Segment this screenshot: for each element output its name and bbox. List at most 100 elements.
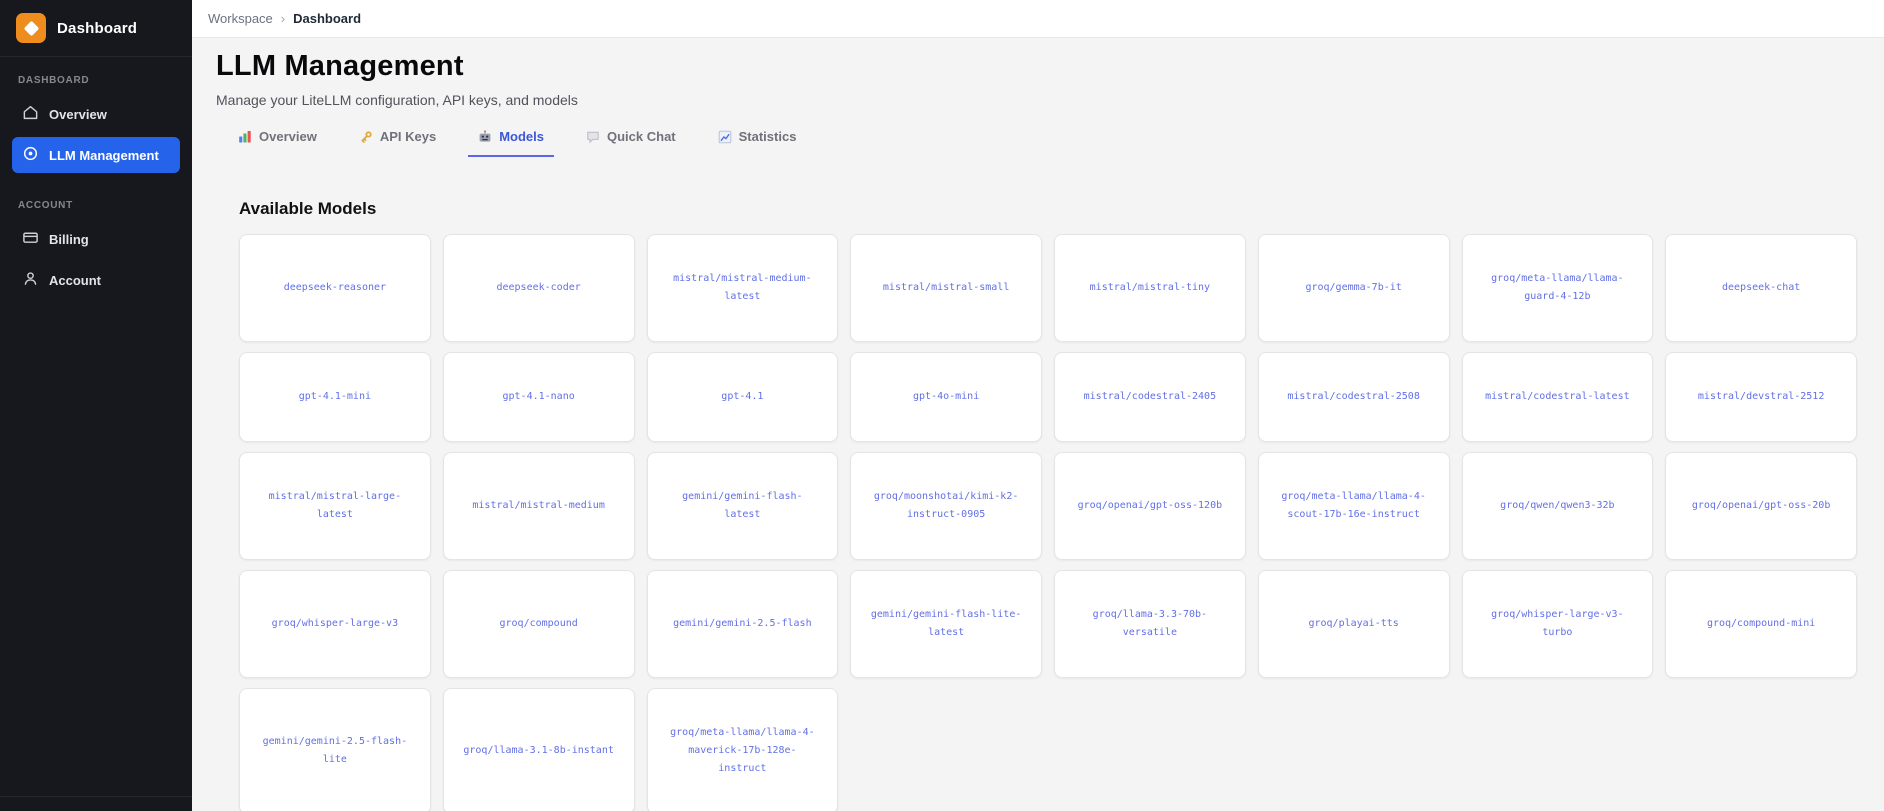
model-card[interactable]: groq/moonshotai/kimi-k2-instruct-0905 [850, 452, 1042, 560]
model-name: mistral/mistral-tiny [1089, 282, 1211, 293]
model-card[interactable]: mistral/codestral-2405 [1054, 352, 1246, 442]
model-card[interactable]: mistral/devstral-2512 [1665, 352, 1857, 442]
model-card[interactable]: groq/openai/gpt-oss-20b [1665, 452, 1857, 560]
sidebar-item-label: Account [49, 272, 101, 288]
sidebar-section-account: ACCOUNT Billing Account [0, 182, 192, 307]
sidebar-item-llm-management[interactable]: LLM Management [12, 137, 180, 173]
model-card[interactable]: groq/compound [442, 570, 635, 678]
logo[interactable]: Dashboard [0, 0, 192, 57]
model-card[interactable]: deepseek-reasoner [239, 234, 431, 342]
credit-card-icon [22, 229, 39, 249]
model-card[interactable]: gpt-4.1 [646, 352, 839, 442]
model-name: groq/compound-mini [1706, 618, 1816, 629]
model-card[interactable]: gpt-4.1-nano [442, 352, 635, 442]
model-card[interactable]: groq/gemma-7b-it [1257, 234, 1450, 342]
model-name: groq/meta-llama/llama-guard-4-12b [1491, 273, 1624, 302]
model-name: mistral/mistral-large-latest [268, 491, 402, 520]
model-card[interactable]: gemini/gemini-2.5-flash-lite [239, 688, 431, 811]
model-name: groq/whisper-large-v3 [271, 618, 399, 629]
sidebar-item-label: Overview [49, 106, 107, 122]
page-title: LLM Management [216, 50, 464, 82]
model-card[interactable]: mistral/codestral-latest [1461, 352, 1654, 442]
tab-api-keys[interactable]: API Keys [349, 129, 446, 157]
model-name: mistral/codestral-latest [1485, 391, 1630, 402]
model-name: groq/moonshotai/kimi-k2-instruct-0905 [873, 491, 1019, 520]
robot-icon [478, 129, 492, 144]
model-name: groq/gemma-7b-it [1305, 282, 1402, 293]
model-name: groq/meta-llama/llama-4-scout-17b-16e-in… [1281, 491, 1426, 520]
model-card[interactable]: groq/whisper-large-v3 [239, 570, 431, 678]
tab-overview[interactable]: Overview [228, 129, 327, 157]
model-card[interactable]: groq/meta-llama/llama-4-scout-17b-16e-in… [1257, 452, 1450, 560]
model-name: groq/openai/gpt-oss-120b [1077, 500, 1223, 511]
model-card[interactable]: gemini/gemini-flash-lite-latest [850, 570, 1042, 678]
model-card[interactable]: groq/llama-3.3-70b-versatile [1054, 570, 1246, 678]
tab-label: Overview [259, 129, 317, 144]
model-name: groq/meta-llama/llama-4-maverick-17b-128… [670, 727, 815, 774]
model-name: groq/llama-3.1-8b-instant [463, 745, 614, 756]
page-subtitle: Manage your LiteLLM configuration, API k… [216, 92, 578, 108]
breadcrumb-workspace[interactable]: Workspace [208, 11, 273, 26]
sidebar-item-overview[interactable]: Overview [12, 96, 180, 132]
app-root: Dashboard DASHBOARD Overview LLM Managem… [0, 0, 1884, 811]
sidebar-section-label: ACCOUNT [18, 200, 73, 211]
sidebar-section-label: DASHBOARD [18, 75, 90, 86]
page-content: LLM Management Manage your LiteLLM confi… [192, 38, 1884, 811]
model-name: deepseek-chat [1721, 282, 1801, 293]
model-name: groq/whisper-large-v3-turbo [1491, 609, 1624, 638]
model-card[interactable]: groq/qwen/qwen3-32b [1461, 452, 1654, 560]
model-name: mistral/codestral-2405 [1083, 391, 1217, 402]
model-name: groq/compound [499, 618, 578, 629]
target-icon [22, 145, 39, 165]
model-name: gpt-4o-mini [913, 391, 980, 402]
model-name: gpt-4.1-mini [298, 391, 371, 402]
model-name: mistral/mistral-small [882, 282, 1010, 293]
model-name: deepseek-reasoner [283, 282, 387, 293]
model-card[interactable]: groq/llama-3.1-8b-instant [442, 688, 635, 811]
model-name: gemini/gemini-2.5-flash-lite [262, 736, 408, 765]
model-card[interactable]: groq/meta-llama/llama-guard-4-12b [1461, 234, 1654, 342]
model-name: groq/playai-tts [1308, 618, 1399, 629]
model-name: mistral/mistral-medium-latest [673, 273, 812, 302]
home-icon [22, 104, 39, 124]
sidebar-item-label: Billing [49, 231, 89, 247]
model-name: gpt-4.1 [721, 391, 764, 402]
model-card[interactable]: groq/whisper-large-v3-turbo [1461, 570, 1654, 678]
model-name: gemini/gemini-2.5-flash [673, 618, 812, 629]
model-card[interactable]: groq/compound-mini [1665, 570, 1857, 678]
sidebar-item-account[interactable]: Account [12, 262, 180, 298]
logo-text: Dashboard [57, 19, 138, 37]
tab-label: Statistics [738, 129, 797, 144]
model-card[interactable]: gpt-4o-mini [850, 352, 1042, 442]
main-area: Workspace › Dashboard LLM Management Man… [192, 0, 1884, 811]
model-name: gemini/gemini-flash-latest [682, 491, 803, 520]
model-card[interactable]: mistral/mistral-large-latest [239, 452, 431, 560]
models-grid: deepseek-reasoner deepseek-coder mistral/m… [239, 234, 1857, 811]
model-card[interactable]: groq/openai/gpt-oss-120b [1054, 452, 1246, 560]
model-name: mistral/devstral-2512 [1697, 391, 1825, 402]
model-card[interactable]: deepseek-coder [442, 234, 635, 342]
model-card[interactable]: mistral/mistral-medium-latest [646, 234, 839, 342]
sidebar-item-billing[interactable]: Billing [12, 221, 180, 257]
model-name: groq/llama-3.3-70b-versatile [1092, 609, 1208, 638]
model-card[interactable]: groq/meta-llama/llama-4-maverick-17b-128… [646, 688, 839, 811]
tab-models[interactable]: Models [468, 129, 554, 157]
breadcrumb: Workspace › Dashboard [192, 0, 1884, 38]
model-card[interactable]: mistral/codestral-2508 [1257, 352, 1450, 442]
tab-quick-chat[interactable]: Quick Chat [576, 129, 686, 157]
model-card[interactable]: groq/playai-tts [1257, 570, 1450, 678]
tab-statistics[interactable]: Statistics [708, 129, 807, 157]
model-card[interactable]: mistral/mistral-tiny [1054, 234, 1246, 342]
model-name: groq/openai/gpt-oss-20b [1691, 500, 1831, 511]
sidebar: Dashboard DASHBOARD Overview LLM Managem… [0, 0, 192, 811]
model-card[interactable]: mistral/mistral-medium [442, 452, 635, 560]
model-name: deepseek-coder [496, 282, 581, 293]
model-card[interactable]: gemini/gemini-flash-latest [646, 452, 839, 560]
model-card[interactable]: gemini/gemini-2.5-flash [646, 570, 839, 678]
model-card[interactable]: mistral/mistral-small [850, 234, 1042, 342]
model-name: gemini/gemini-flash-lite-latest [870, 609, 1022, 638]
model-card[interactable]: deepseek-chat [1665, 234, 1857, 342]
model-card[interactable]: gpt-4.1-mini [239, 352, 431, 442]
tab-label: Models [499, 129, 544, 144]
key-icon [359, 130, 373, 144]
